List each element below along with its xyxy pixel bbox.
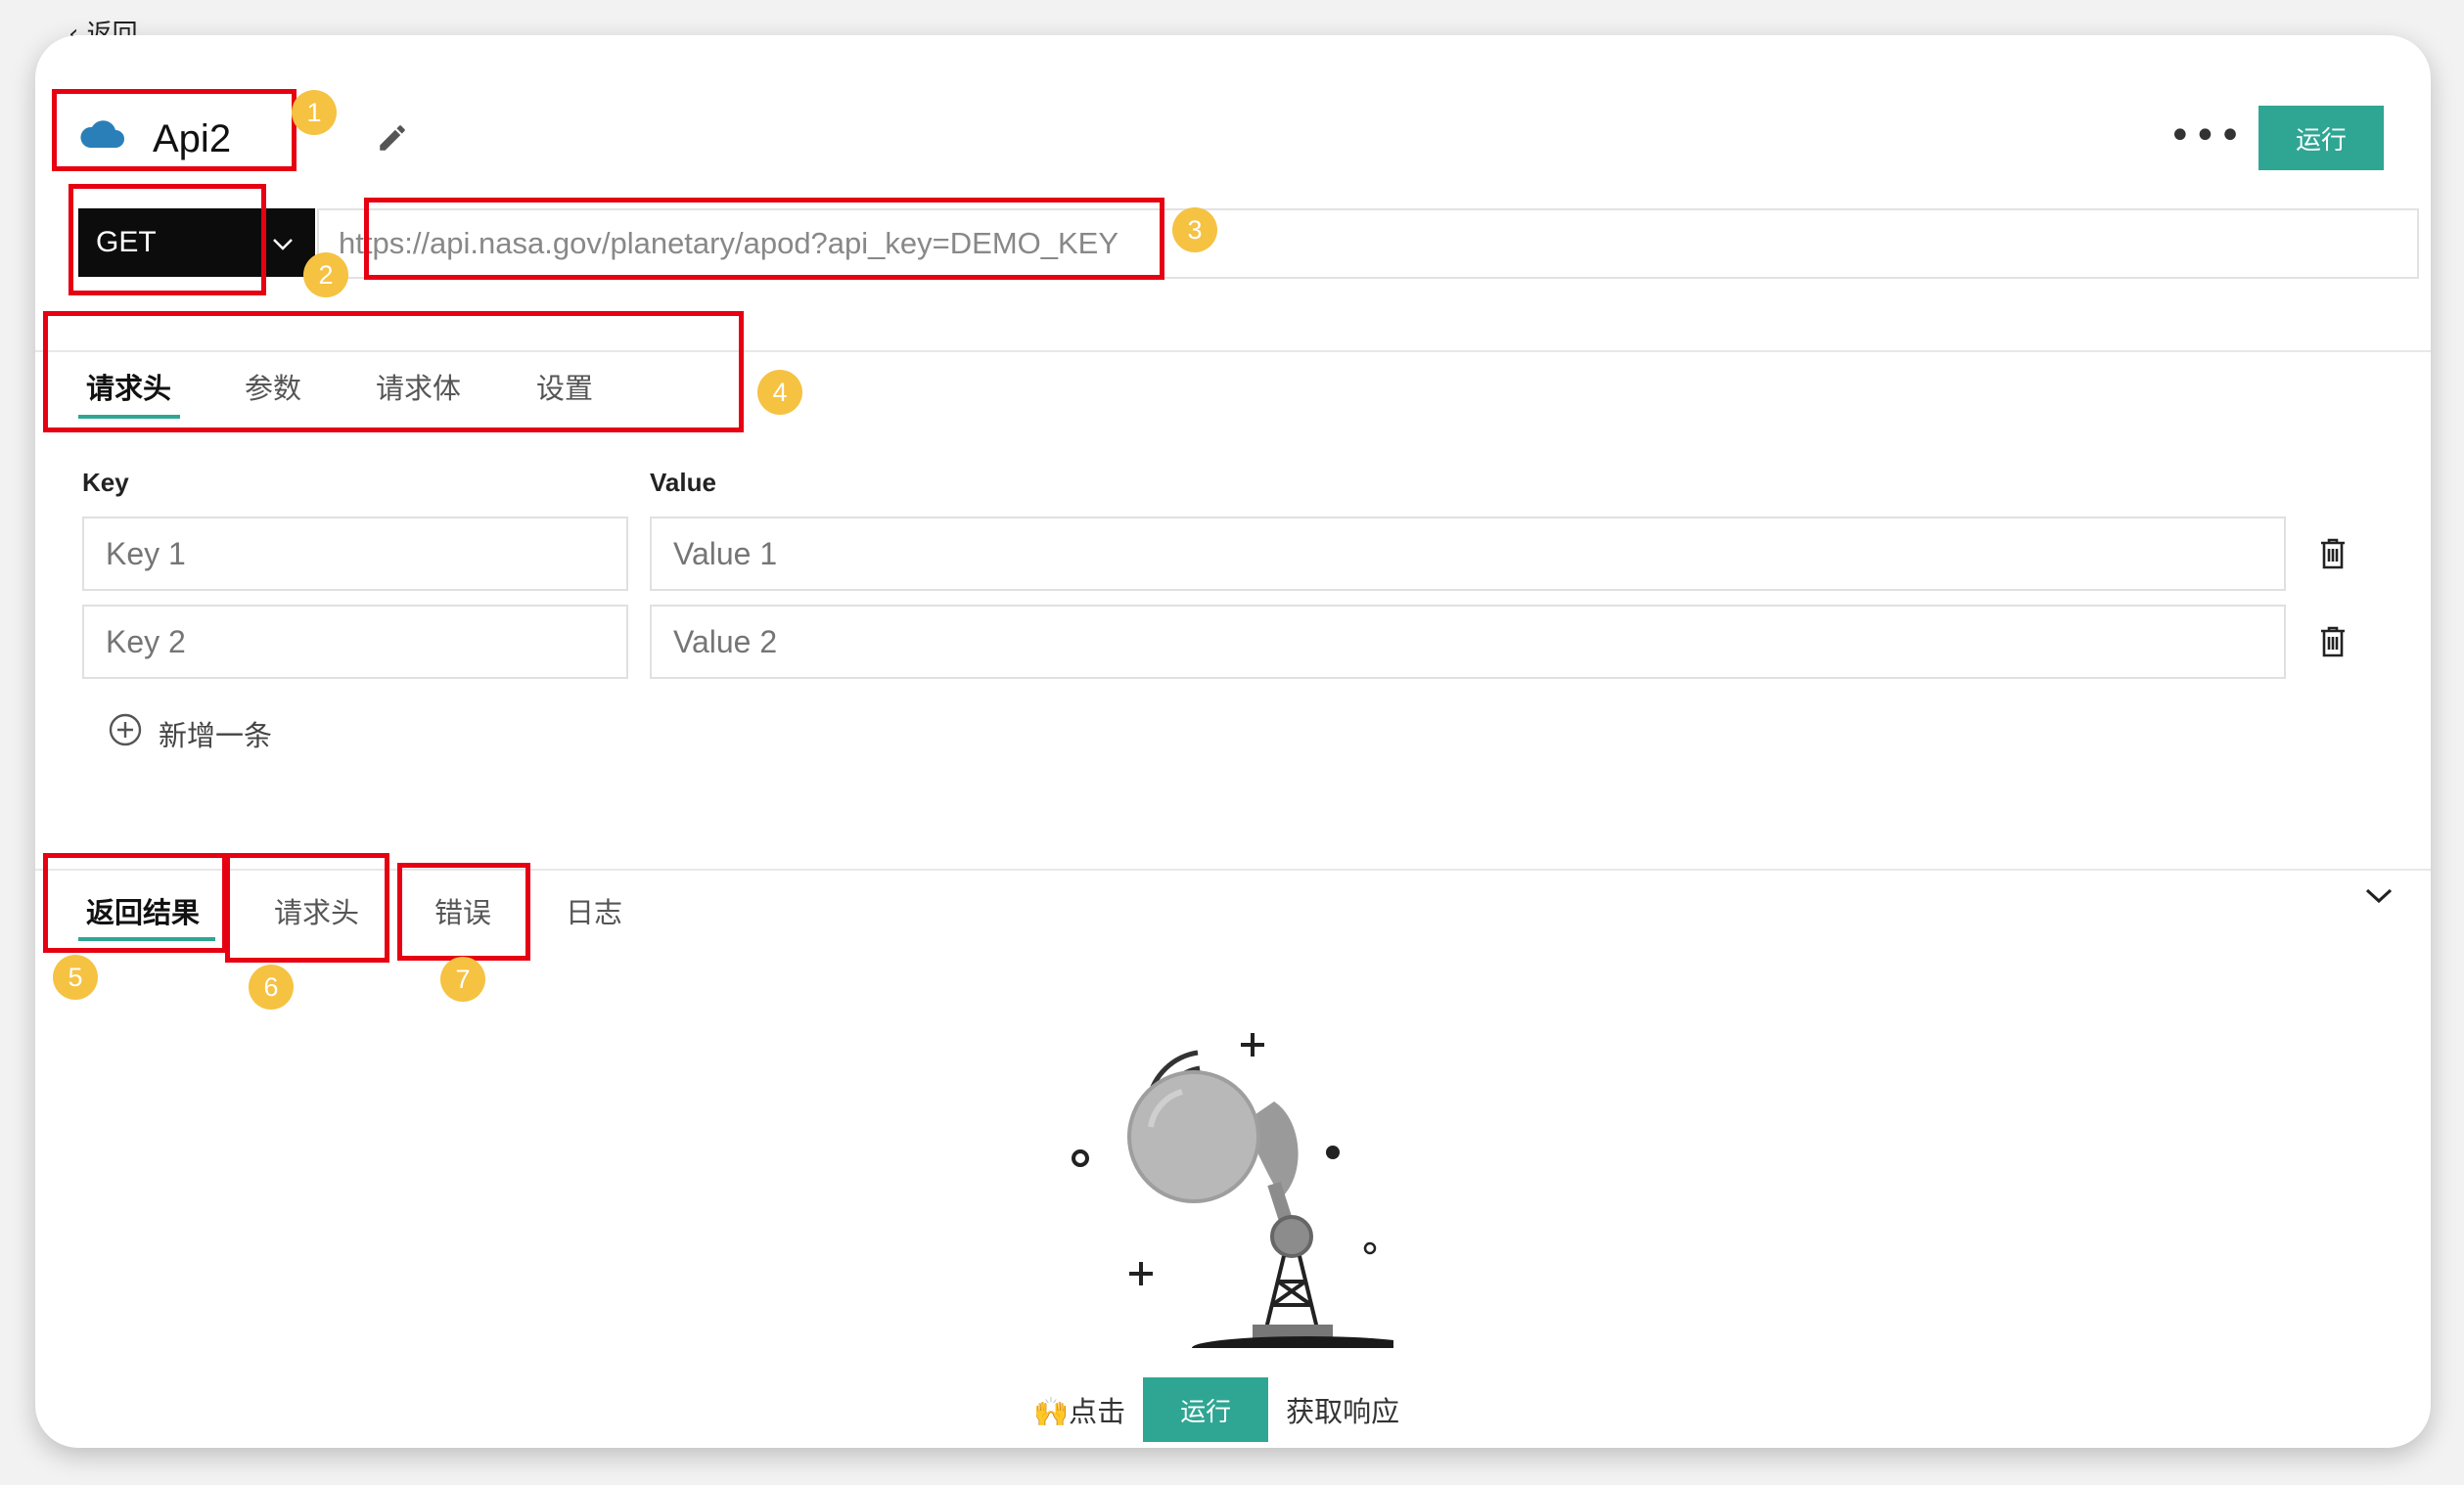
add-header-label: 新增一条 bbox=[159, 718, 273, 752]
header-key-input[interactable] bbox=[82, 517, 628, 591]
trash-icon[interactable] bbox=[2319, 538, 2347, 573]
run-button-secondary[interactable]: 运行 bbox=[1143, 1377, 1269, 1442]
add-header-button[interactable]: 新增一条 bbox=[108, 712, 272, 754]
annotation-badge: 6 bbox=[249, 965, 294, 1010]
trash-icon[interactable] bbox=[2319, 626, 2347, 661]
key-column-label: Key bbox=[82, 468, 129, 497]
edit-icon[interactable] bbox=[376, 121, 409, 158]
run-button[interactable]: 运行 bbox=[2259, 106, 2384, 170]
hint-prefix: 🙌点击 bbox=[1033, 1395, 1126, 1428]
annotation-box-response-headers bbox=[225, 853, 389, 963]
annotation-box-method bbox=[68, 184, 266, 295]
header-key-input[interactable] bbox=[82, 605, 628, 679]
annotation-badge: 2 bbox=[303, 252, 348, 297]
annotation-box-errors bbox=[397, 863, 530, 961]
annotation-badge: 5 bbox=[53, 955, 98, 1000]
annotation-badge: 4 bbox=[757, 370, 802, 415]
annotation-box-title bbox=[52, 89, 297, 171]
divider bbox=[35, 869, 2431, 871]
chevron-down-icon bbox=[272, 226, 294, 259]
header-value-input[interactable] bbox=[650, 605, 2286, 679]
api-editor-card: Api2 ••• 运行 GET 请求头 参数 请求体 设置 Key Value … bbox=[35, 35, 2431, 1448]
annotation-badge: 7 bbox=[440, 957, 485, 1002]
more-options-icon[interactable]: ••• bbox=[2168, 113, 2244, 158]
satellite-dish-illustration bbox=[1061, 1006, 1423, 1360]
tab-logs[interactable]: 日志 bbox=[566, 890, 622, 931]
header-value-input[interactable] bbox=[650, 517, 2286, 591]
collapse-chevron-icon[interactable] bbox=[2364, 886, 2394, 910]
add-circle-icon bbox=[108, 712, 143, 754]
value-column-label: Value bbox=[650, 468, 716, 497]
annotation-box-response-result bbox=[43, 853, 227, 953]
hint-suffix: 获取响应 bbox=[1286, 1395, 1400, 1428]
empty-state-hint: 🙌点击 运行 获取响应 bbox=[1033, 1377, 1399, 1442]
annotation-badge: 3 bbox=[1172, 207, 1217, 252]
annotation-badge: 1 bbox=[292, 90, 337, 135]
annotation-box-url bbox=[364, 198, 1164, 280]
annotation-box-request-tabs bbox=[43, 311, 744, 432]
